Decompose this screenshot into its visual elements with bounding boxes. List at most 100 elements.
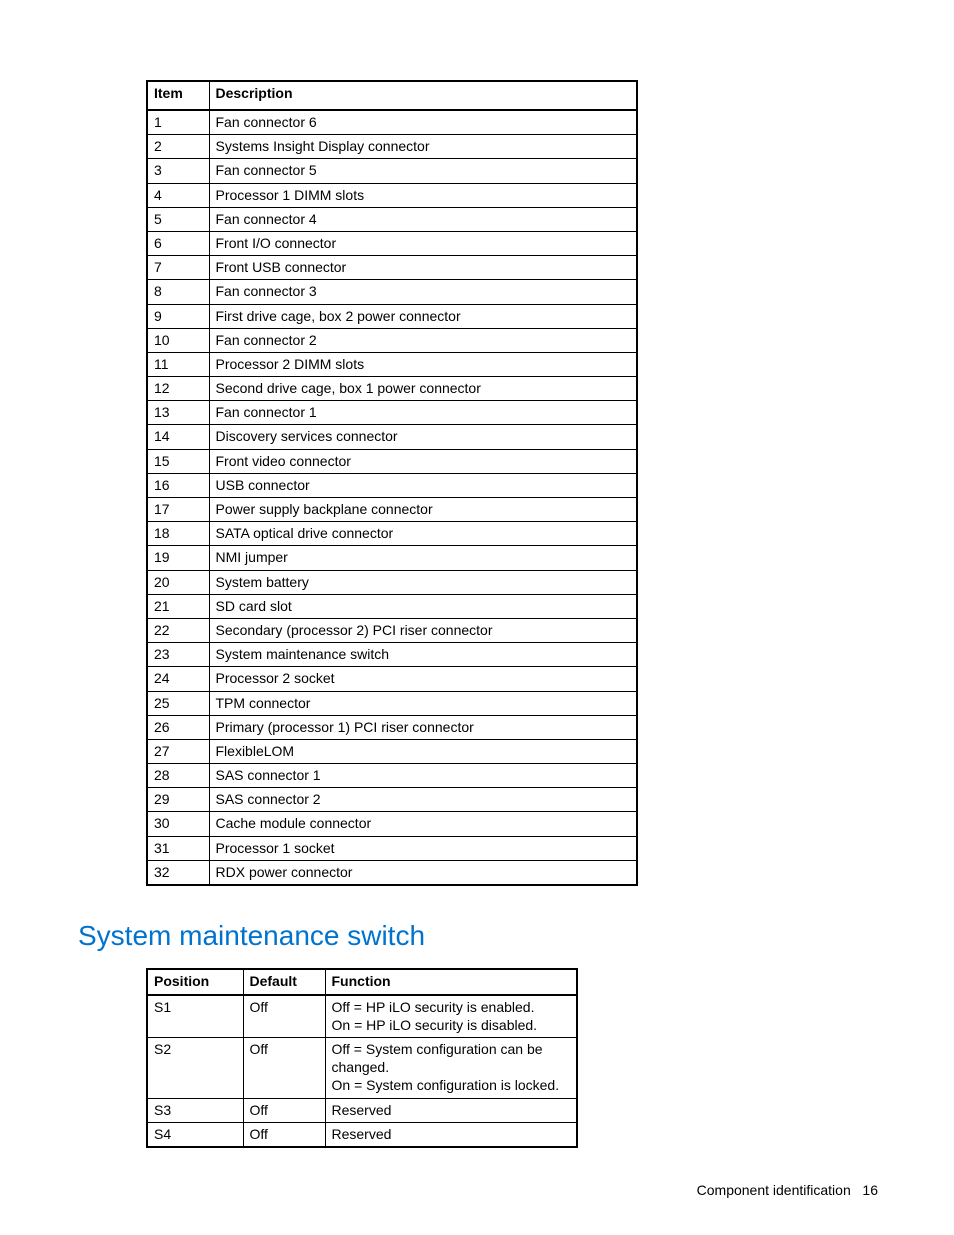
- cell-description: Processor 2 socket: [209, 667, 637, 691]
- table-row: 4Processor 1 DIMM slots: [147, 183, 637, 207]
- cell-item: 22: [147, 618, 209, 642]
- cell-description: System maintenance switch: [209, 643, 637, 667]
- cell-item: 31: [147, 836, 209, 860]
- table-row: 30Cache module connector: [147, 812, 637, 836]
- cell-item: 28: [147, 764, 209, 788]
- cell-description: Fan connector 2: [209, 328, 637, 352]
- cell-position: S3: [147, 1098, 243, 1122]
- table-row: S4OffReserved: [147, 1122, 577, 1147]
- cell-item: 21: [147, 594, 209, 618]
- cell-position: S2: [147, 1037, 243, 1098]
- table-row: 32RDX power connector: [147, 860, 637, 885]
- table-row: S1OffOff = HP iLO security is enabled. O…: [147, 995, 577, 1038]
- cell-description: Fan connector 4: [209, 207, 637, 231]
- cell-description: Power supply backplane connector: [209, 498, 637, 522]
- cell-description: Fan connector 1: [209, 401, 637, 425]
- table-row: 19NMI jumper: [147, 546, 637, 570]
- page-footer: Component identification 16: [697, 1181, 878, 1199]
- cell-description: First drive cage, box 2 power connector: [209, 304, 637, 328]
- cell-description: Fan connector 5: [209, 159, 637, 183]
- cell-description: SAS connector 2: [209, 788, 637, 812]
- table-row: 18SATA optical drive connector: [147, 522, 637, 546]
- cell-item: 29: [147, 788, 209, 812]
- cell-description: Front I/O connector: [209, 231, 637, 255]
- cell-description: Fan connector 3: [209, 280, 637, 304]
- cell-description: Primary (processor 1) PCI riser connecto…: [209, 715, 637, 739]
- cell-function: Reserved: [325, 1122, 577, 1147]
- table-row: 8Fan connector 3: [147, 280, 637, 304]
- cell-description: TPM connector: [209, 691, 637, 715]
- table-row: 5Fan connector 4: [147, 207, 637, 231]
- table-row: 27FlexibleLOM: [147, 739, 637, 763]
- cell-item: 32: [147, 860, 209, 885]
- cell-position: S4: [147, 1122, 243, 1147]
- cell-item: 8: [147, 280, 209, 304]
- cell-position: S1: [147, 995, 243, 1038]
- cell-function: Off = System configuration can be change…: [325, 1037, 577, 1098]
- table-row: 14Discovery services connector: [147, 425, 637, 449]
- table-header-row: Item Description: [147, 81, 637, 110]
- table-row: 10Fan connector 2: [147, 328, 637, 352]
- table-row: 20System battery: [147, 570, 637, 594]
- cell-item: 25: [147, 691, 209, 715]
- cell-description: NMI jumper: [209, 546, 637, 570]
- cell-function: Reserved: [325, 1098, 577, 1122]
- cell-item: 9: [147, 304, 209, 328]
- header-function: Function: [325, 969, 577, 994]
- cell-default: Off: [243, 1098, 325, 1122]
- page: Item Description 1Fan connector 62System…: [0, 0, 954, 1235]
- cell-item: 11: [147, 352, 209, 376]
- switch-table: Position Default Function S1OffOff = HP …: [146, 968, 578, 1148]
- cell-description: Secondary (processor 2) PCI riser connec…: [209, 618, 637, 642]
- cell-item: 10: [147, 328, 209, 352]
- cell-item: 24: [147, 667, 209, 691]
- cell-item: 4: [147, 183, 209, 207]
- table-row: 22Secondary (processor 2) PCI riser conn…: [147, 618, 637, 642]
- cell-description: Processor 1 socket: [209, 836, 637, 860]
- cell-item: 26: [147, 715, 209, 739]
- cell-item: 1: [147, 110, 209, 135]
- cell-item: 6: [147, 231, 209, 255]
- cell-item: 17: [147, 498, 209, 522]
- cell-item: 30: [147, 812, 209, 836]
- table-row: 29SAS connector 2: [147, 788, 637, 812]
- cell-description: Processor 1 DIMM slots: [209, 183, 637, 207]
- cell-default: Off: [243, 1037, 325, 1098]
- footer-section: Component identification: [697, 1182, 851, 1198]
- cell-description: Fan connector 6: [209, 110, 637, 135]
- cell-description: FlexibleLOM: [209, 739, 637, 763]
- table-header-row: Position Default Function: [147, 969, 577, 994]
- section-heading: System maintenance switch: [78, 918, 878, 954]
- table-row: 21SD card slot: [147, 594, 637, 618]
- table-row: 25TPM connector: [147, 691, 637, 715]
- cell-item: 3: [147, 159, 209, 183]
- cell-description: Front video connector: [209, 449, 637, 473]
- cell-item: 13: [147, 401, 209, 425]
- table-row: 1Fan connector 6: [147, 110, 637, 135]
- header-position: Position: [147, 969, 243, 994]
- cell-description: Discovery services connector: [209, 425, 637, 449]
- table-row: 31Processor 1 socket: [147, 836, 637, 860]
- table-row: 9First drive cage, box 2 power connector: [147, 304, 637, 328]
- cell-description: Second drive cage, box 1 power connector: [209, 377, 637, 401]
- cell-default: Off: [243, 1122, 325, 1147]
- table-row: 24Processor 2 socket: [147, 667, 637, 691]
- header-description: Description: [209, 81, 637, 110]
- table-row: S3OffReserved: [147, 1098, 577, 1122]
- cell-item: 7: [147, 256, 209, 280]
- cell-description: Front USB connector: [209, 256, 637, 280]
- cell-item: 5: [147, 207, 209, 231]
- table-row: 16USB connector: [147, 473, 637, 497]
- table-row: 26Primary (processor 1) PCI riser connec…: [147, 715, 637, 739]
- table-row: 7Front USB connector: [147, 256, 637, 280]
- table-row: 3Fan connector 5: [147, 159, 637, 183]
- cell-description: Cache module connector: [209, 812, 637, 836]
- table-row: 2Systems Insight Display connector: [147, 135, 637, 159]
- cell-default: Off: [243, 995, 325, 1038]
- table-row: 23System maintenance switch: [147, 643, 637, 667]
- table-row: 6Front I/O connector: [147, 231, 637, 255]
- cell-description: Processor 2 DIMM slots: [209, 352, 637, 376]
- table-row: 11Processor 2 DIMM slots: [147, 352, 637, 376]
- header-default: Default: [243, 969, 325, 994]
- cell-description: USB connector: [209, 473, 637, 497]
